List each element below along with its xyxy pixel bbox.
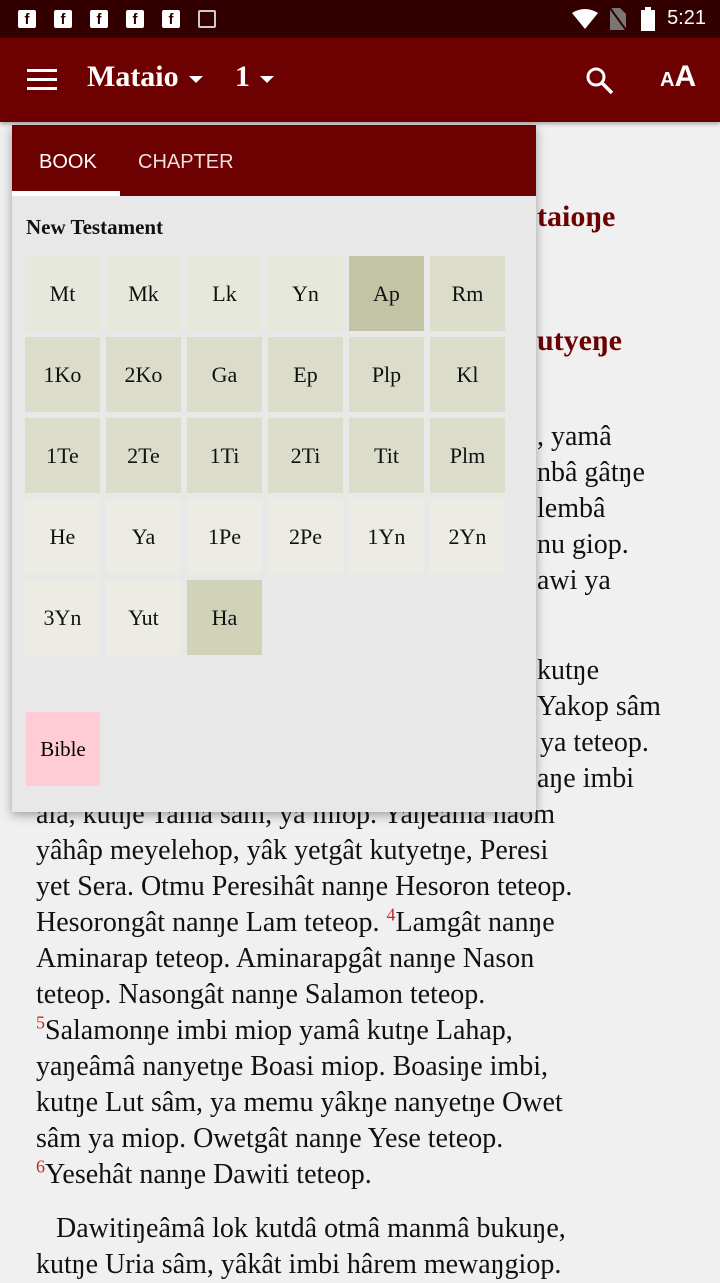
verse-number: 4 [386,904,396,925]
chapter-heading: taioŋe [537,200,616,233]
app-bar: Mataio 1 AA [0,38,720,122]
book-tile[interactable]: Tit [349,418,424,493]
verse-fragment: kutŋe [537,655,600,686]
book-tile[interactable]: 2Pe [268,499,343,574]
chapter-label: 1 [235,60,250,93]
verse-number: 6 [36,1156,45,1177]
book-tile[interactable]: Plp [349,337,424,412]
verse-line: Dawitiŋeâmâ lok kutdâ otmâ manmâ bukuŋe, [56,1213,566,1244]
chevron-down-icon [260,75,274,83]
facebook-icon: f [162,10,180,28]
tab-chapter[interactable]: CHAPTER [138,151,234,174]
facebook-icon: f [18,10,36,28]
book-tile[interactable]: Ya [106,499,181,574]
book-tile[interactable]: 2Ko [106,337,181,412]
book-tile[interactable]: 2Te [106,418,181,493]
wifi-icon [572,9,598,29]
verse-line: sâm ya miop. Owetgât nanŋe Yese teteop. [36,1123,504,1154]
verse-number: 5 [36,1012,45,1033]
verse-fragment: aŋe imbi [537,763,635,794]
chevron-down-icon [188,75,203,83]
book-tile[interactable]: 1Te [25,418,100,493]
verse-fragment: lembâ [537,493,606,524]
book-selector[interactable]: Mataio [87,60,203,94]
book-tile[interactable]: Ep [268,337,343,412]
verse-fragment: , yamâ [537,421,612,452]
verse-line: 6Yesehât nanŋe Dawiti teteop. [36,1157,372,1193]
verse-fragment: nbâ gâtŋe [537,457,645,488]
book-tile[interactable]: Mt [25,256,100,331]
book-label: Mataio [87,60,179,93]
verse-line: kutŋe Lut sâm, ya memu yâkŋe nanyetŋe Ow… [36,1087,563,1118]
chapter-selector[interactable]: 1 [235,60,274,94]
facebook-icon: f [54,10,72,28]
verse-fragment: nu giop. [537,529,629,560]
status-bar: f f f f f 5:21 [0,0,720,38]
verse-line: kutŋe Uria sâm, yâkât imbi hârem mewaŋgi… [36,1249,562,1280]
book-tile[interactable]: Rm [430,256,505,331]
book-chooser-popup: BOOK CHAPTER New Testament Mt Mk Lk Yn Ap Rm 1… [12,125,536,812]
book-tile[interactable]: 1Pe [187,499,262,574]
book-tile[interactable]: Ha [187,580,262,655]
verse-text: Hesorongât nanŋe Lam teteop. [36,907,387,938]
bible-button[interactable]: Bible [26,712,100,786]
book-tile[interactable]: Mk [106,256,181,331]
book-tile[interactable]: He [25,499,100,574]
section-heading: utyeŋe [537,324,622,357]
tab-bar: BOOK CHAPTER [12,125,536,196]
tab-book[interactable]: BOOK [39,151,97,174]
book-tile[interactable]: 2Ti [268,418,343,493]
verse-fragment: ya teteop. [540,727,649,758]
verse-line: Hesorongât nanŋe Lam teteop. 4Lamgât nan… [36,905,555,941]
search-icon[interactable] [585,66,615,96]
no-sim-icon [610,8,626,30]
verse-line: teteop. Nasongât nanŋe Salamon teteop. [36,979,486,1010]
verse-fragment: awi ya [537,565,611,596]
book-tile[interactable]: Lk [187,256,262,331]
book-tile[interactable]: 1Ko [25,337,100,412]
book-tile[interactable]: Yn [268,256,343,331]
verse-fragment: Yakop sâm [537,691,661,722]
image-icon [198,10,216,28]
menu-icon[interactable] [27,69,57,91]
book-tile[interactable]: 1Yn [349,499,424,574]
verse-line: yet Sera. Otmu Peresihât nanŋe Hesoron t… [36,871,573,902]
text-size-icon[interactable]: AA [660,60,696,94]
verse-line: 5Salamonŋe imbi miop yamâ kutŋe Lahap, [36,1013,513,1049]
book-tile[interactable]: Yut [106,580,181,655]
verse-text: Salamonŋe imbi miop yamâ kutŋe Lahap, [45,1015,513,1046]
facebook-icon: f [126,10,144,28]
book-tile[interactable]: 2Yn [430,499,505,574]
book-tile[interactable]: Kl [430,337,505,412]
verse-line: yaŋeâmâ nanyetŋe Boasi miop. Boasiŋe imb… [36,1051,548,1082]
book-tile[interactable]: Ap [349,256,424,331]
book-tile[interactable]: Ga [187,337,262,412]
book-tile[interactable]: 1Ti [187,418,262,493]
book-tile[interactable]: Plm [430,418,505,493]
section-title: New Testament [26,215,164,239]
battery-icon [641,7,655,31]
verse-line: Aminarap teteop. Aminarapgât nanŋe Nason [36,943,535,974]
verse-text: Yesehât nanŋe Dawiti teteop. [45,1159,372,1190]
verse-line: yâhâp meyelehop, yâk yetgât kutyetŋe, Pe… [36,835,549,866]
facebook-icon: f [90,10,108,28]
verse-text: Lamgât nanŋe [395,907,555,938]
tab-indicator [12,191,120,196]
book-tile[interactable]: 3Yn [25,580,100,655]
clock: 5:21 [667,7,706,29]
